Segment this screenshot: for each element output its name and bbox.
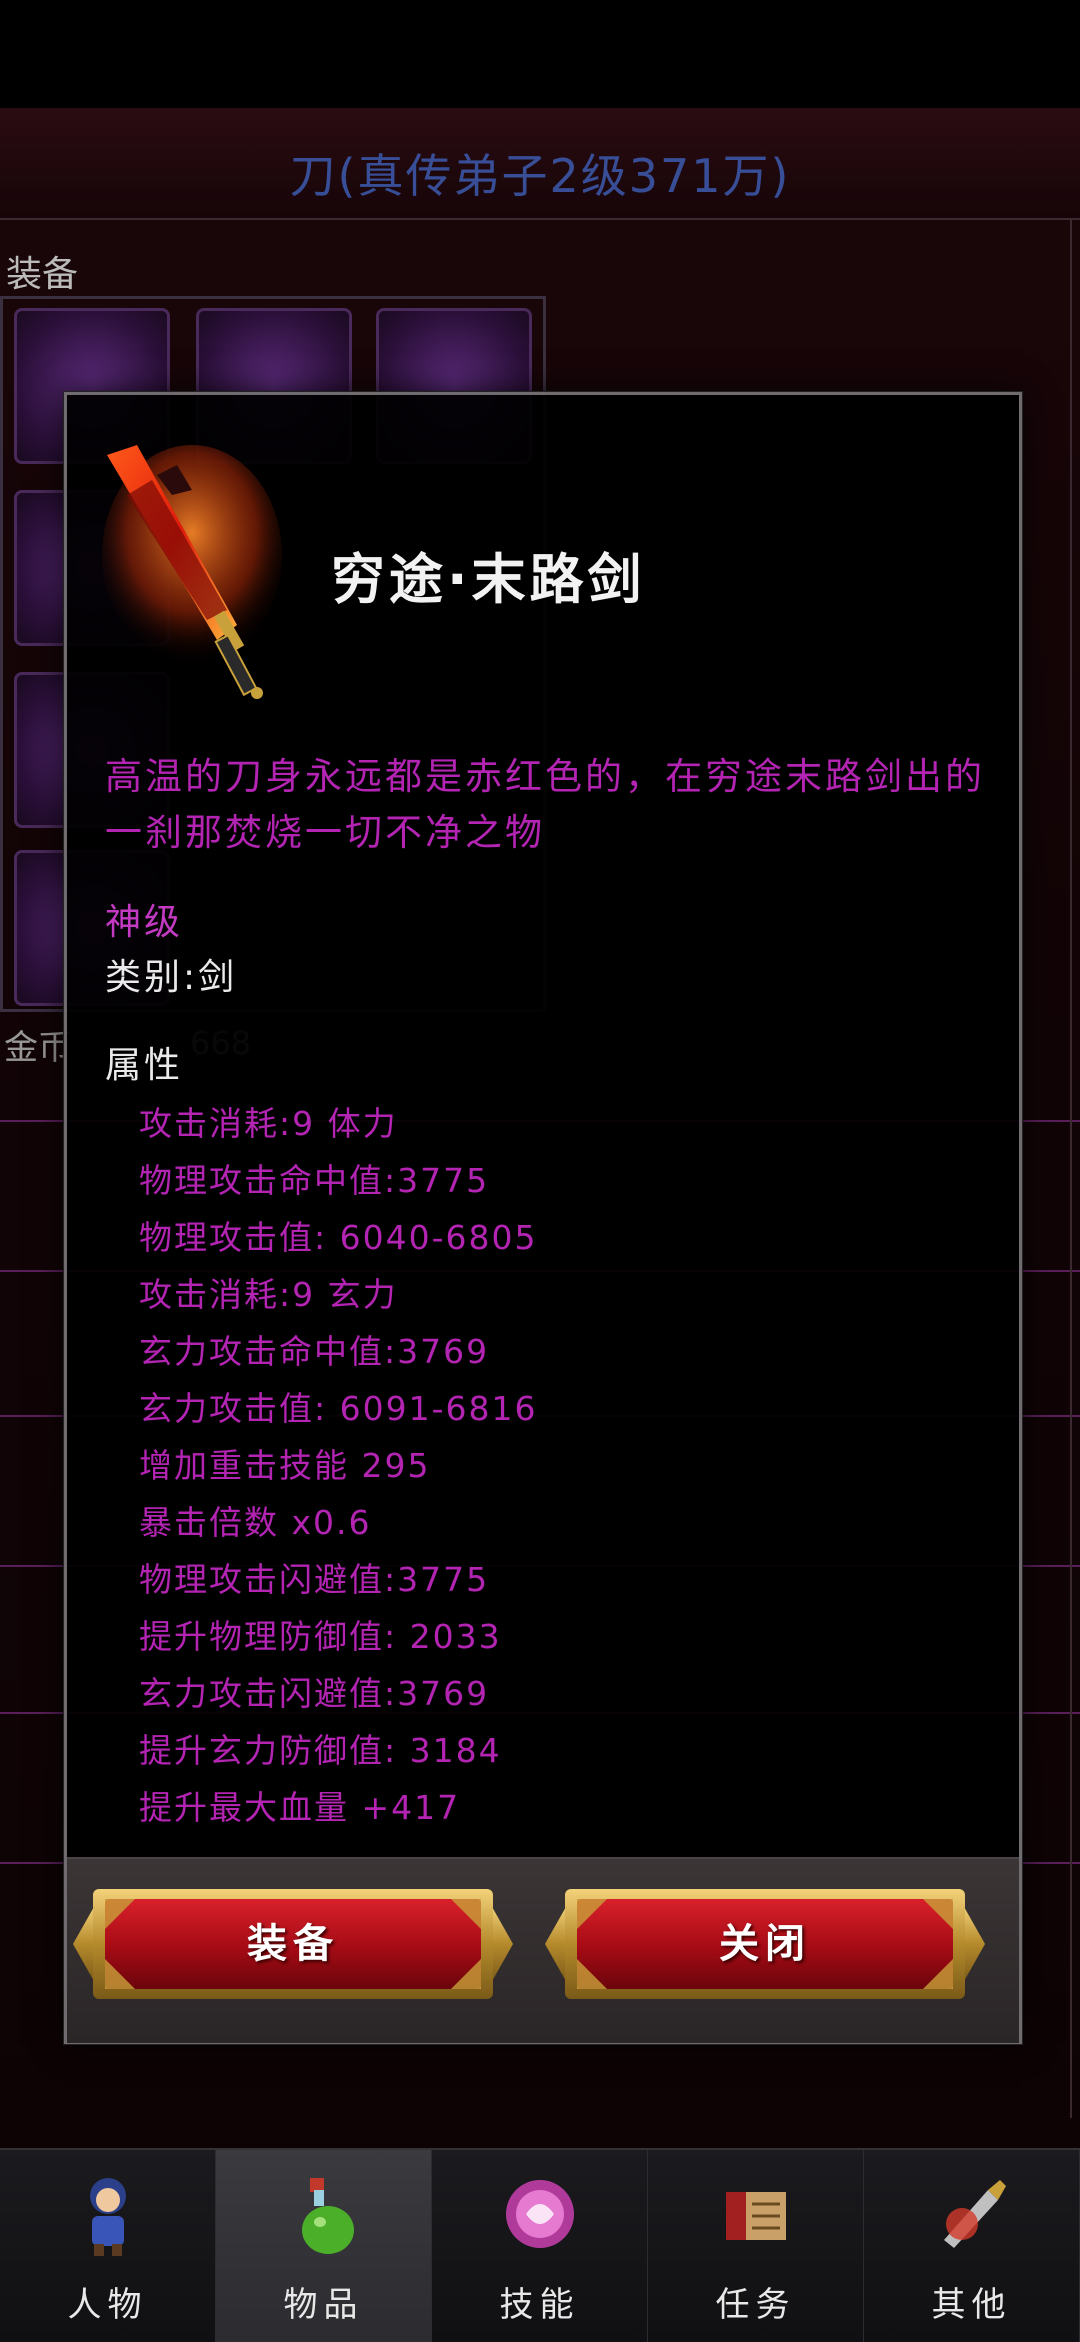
tab-items-label: 物品 xyxy=(283,2285,364,2325)
quest-icon xyxy=(725,2192,786,2240)
item-name: 穷途·末路剑 xyxy=(331,548,646,611)
character-icon xyxy=(89,2178,126,2256)
attribute-item: 物理攻击值: 6040-6805 xyxy=(139,1218,538,1257)
sword-icon xyxy=(102,445,282,699)
attribute-item: 提升玄力防御值: 3184 xyxy=(139,1731,502,1770)
attribute-item: 物理攻击闪避值:3775 xyxy=(139,1560,490,1599)
attribute-item: 提升最大血量 +417 xyxy=(139,1788,461,1827)
background-border xyxy=(1070,218,1072,2118)
tab-items[interactable]: 物品 xyxy=(216,2150,432,2342)
attributes-list: 攻击消耗:9 体力 物理攻击命中值:3775 物理攻击值: 6040-6805 … xyxy=(139,1095,537,1836)
attribute-item: 提升物理防御值: 2033 xyxy=(139,1617,502,1656)
bottom-nav: 人物 物品 技能 任务 其他 xyxy=(0,2148,1080,2342)
potion-icon xyxy=(301,2178,354,2254)
attribute-item: 物理攻击命中值:3775 xyxy=(139,1161,490,1200)
equip-button-label: 装备 xyxy=(247,1921,339,1967)
item-grade: 神级 xyxy=(105,902,184,943)
attribute-item: 玄力攻击闪避值:3769 xyxy=(139,1674,490,1713)
tab-quests-label: 任务 xyxy=(715,2285,796,2325)
tab-character-label: 人物 xyxy=(67,2285,148,2325)
close-button[interactable]: 关闭 xyxy=(545,1885,985,2003)
dialog-button-bar: 装备 关闭 xyxy=(67,1857,1019,2043)
attribute-item: 玄力攻击值: 6091-6816 xyxy=(139,1389,538,1428)
tab-other[interactable]: 其他 xyxy=(864,2150,1080,2342)
tab-character[interactable]: 人物 xyxy=(0,2150,216,2342)
tab-other-label: 其他 xyxy=(931,2285,1012,2325)
other-icon xyxy=(943,2180,1006,2248)
attribute-item: 攻击消耗:9 玄力 xyxy=(139,1275,398,1314)
background-gold-label: 金币 xyxy=(4,1028,72,1068)
attribute-item: 玄力攻击命中值:3769 xyxy=(139,1332,490,1371)
tab-skills[interactable]: 技能 xyxy=(432,2150,648,2342)
item-category: 类别:剑 xyxy=(105,957,238,998)
equip-button[interactable]: 装备 xyxy=(73,1885,513,2003)
tab-quests[interactable]: 任务 xyxy=(648,2150,864,2342)
attributes-heading: 属性 xyxy=(105,1045,184,1086)
close-button-label: 关闭 xyxy=(719,1921,811,1967)
background-title: 刀(真传弟子2级371万) xyxy=(289,149,791,203)
skill-icon xyxy=(505,2180,574,2248)
background-equip-label: 装备 xyxy=(6,254,79,295)
item-detail-dialog: 穷途·末路剑 高温的刀身永远都是赤红色的，在穷途末路剑出的一刹那焚烧一切不净之物… xyxy=(64,392,1022,2044)
attribute-item: 增加重击技能 295 xyxy=(139,1446,431,1485)
attribute-item: 暴击倍数 x0.6 xyxy=(139,1503,372,1542)
attribute-item: 攻击消耗:9 体力 xyxy=(139,1104,398,1143)
tab-skills-label: 技能 xyxy=(499,2285,580,2325)
item-description: 高温的刀身永远都是赤红色的，在穷途末路剑出的一刹那焚烧一切不净之物 xyxy=(105,755,985,854)
